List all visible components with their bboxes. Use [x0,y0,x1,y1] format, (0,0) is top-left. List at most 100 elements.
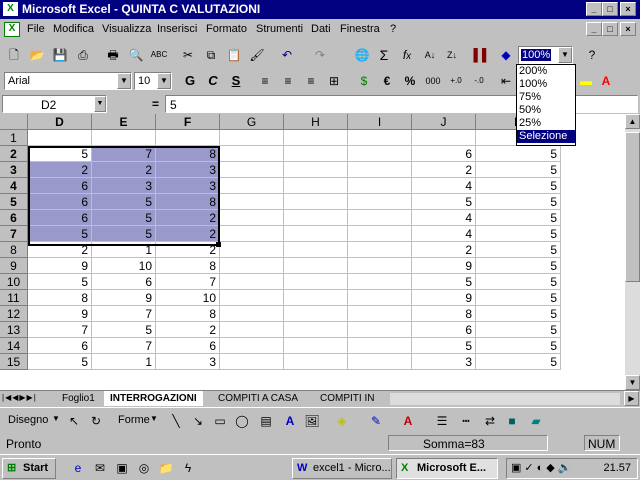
copy-icon[interactable]: ⧉ [201,45,221,65]
row-header[interactable]: 4 [0,178,28,194]
table-cell[interactable]: 5 [476,162,561,178]
print-icon[interactable]: 🖶 [103,45,123,65]
scroll-thumb[interactable] [625,132,640,282]
table-cell[interactable] [284,162,348,178]
table-cell[interactable]: 2 [412,162,476,178]
table-cell[interactable]: 5 [476,290,561,306]
increase-decimal-icon[interactable]: +.0 [446,71,466,91]
tab-interrogazioni[interactable]: INTERROGAZIONI [104,391,203,406]
table-cell[interactable] [348,274,412,290]
table-cell[interactable]: 2 [92,162,156,178]
table-cell[interactable]: 5 [476,194,561,210]
table-cell[interactable]: 5 [412,194,476,210]
decrease-decimal-icon[interactable]: -.0 [469,71,489,91]
name-box[interactable]: D2 ▼ [2,95,107,113]
redo-icon[interactable]: ↷ [310,45,330,65]
table-cell[interactable]: 5 [28,226,92,242]
table-cell[interactable] [284,322,348,338]
doc-close-button[interactable]: × [620,22,636,36]
task-word[interactable]: W excel1 - Micro... [292,458,392,479]
spelling-icon[interactable]: ABC [149,45,169,65]
table-cell[interactable] [220,338,284,354]
fill-handle[interactable] [216,242,221,247]
table-cell[interactable]: 6 [28,338,92,354]
table-cell[interactable]: 6 [92,274,156,290]
task-excel[interactable]: X Microsoft E... [396,458,498,479]
table-cell[interactable]: 3 [92,178,156,194]
table-cell[interactable] [348,354,412,370]
table-cell[interactable]: 1 [92,354,156,370]
table-cell[interactable]: 3 [156,354,220,370]
zoom-combo[interactable]: 100% ▼ [518,46,573,64]
table-cell[interactable]: 6 [412,146,476,162]
desktop-icon[interactable]: ▣ [112,458,132,478]
table-cell[interactable] [284,258,348,274]
table-cell[interactable] [348,178,412,194]
chevron-down-icon[interactable]: ▼ [52,414,60,423]
outlook-icon[interactable]: ✉ [90,458,110,478]
table-cell[interactable] [284,146,348,162]
scroll-down-icon[interactable]: ▼ [625,375,640,390]
textbox-icon[interactable]: ▤ [256,411,276,431]
arrow-style-icon[interactable]: ⇄ [480,411,500,431]
merge-center-icon[interactable]: ⊞ [324,71,344,91]
chevron-down-icon[interactable]: ▼ [150,414,158,423]
row-header[interactable]: 15 [0,354,28,370]
table-cell[interactable]: 2 [28,242,92,258]
table-cell[interactable]: 2 [412,242,476,258]
tab-compiti-in[interactable]: COMPITI IN [314,391,381,406]
table-cell[interactable]: 9 [28,258,92,274]
percent-icon[interactable]: % [400,71,420,91]
wordart-icon[interactable]: A [280,411,300,431]
line-icon[interactable]: ╲ [166,411,186,431]
table-cell[interactable] [284,226,348,242]
menu-visualizza[interactable]: Visualizza [102,23,151,35]
table-cell[interactable]: 4 [412,210,476,226]
rectangle-icon[interactable]: ▭ [210,411,230,431]
menu-strumenti[interactable]: Strumenti [256,23,303,35]
table-cell[interactable]: 8 [156,194,220,210]
align-left-icon[interactable]: ≡ [255,71,275,91]
table-cell[interactable]: 6 [28,210,92,226]
table-cell[interactable]: 5 [476,226,561,242]
table-cell[interactable] [28,130,92,146]
table-cell[interactable]: 5 [92,322,156,338]
horizontal-scrollbar[interactable] [390,393,620,405]
table-cell[interactable] [284,210,348,226]
tray-icons[interactable]: ▣✓◐◆🔊 [511,461,574,474]
table-cell[interactable] [348,210,412,226]
minimize-button[interactable]: _ [586,2,602,16]
table-cell[interactable]: 5 [412,274,476,290]
table-cell[interactable]: 8 [28,290,92,306]
table-cell[interactable]: 2 [156,210,220,226]
table-cell[interactable] [220,354,284,370]
row-header[interactable]: 11 [0,290,28,306]
autosum-icon[interactable]: Σ [374,45,394,65]
table-cell[interactable]: 4 [412,226,476,242]
column-header-j[interactable]: J [412,114,476,130]
table-cell[interactable] [348,226,412,242]
table-cell[interactable]: 2 [28,162,92,178]
zoom-option-selected[interactable]: Selezione [517,130,575,143]
folder-icon[interactable]: 📁 [156,458,176,478]
table-cell[interactable]: 8 [156,258,220,274]
table-cell[interactable] [92,130,156,146]
table-cell[interactable]: 5 [476,354,561,370]
table-cell[interactable]: 7 [92,146,156,162]
table-cell[interactable]: 3 [156,178,220,194]
preview-icon[interactable]: 🔍 [126,45,146,65]
table-cell[interactable] [348,194,412,210]
table-cell[interactable]: 5 [476,258,561,274]
table-cell[interactable] [284,130,348,146]
zoom-option[interactable]: 100% [517,78,575,91]
zoom-option[interactable]: 25% [517,117,575,130]
autoshapes-menu[interactable]: Forme [118,414,150,426]
column-header-g[interactable]: G [220,114,284,130]
column-header-h[interactable]: H [284,114,348,130]
sort-ascending-icon[interactable]: A↓ [420,45,440,65]
drawing-icon[interactable]: ◆ [496,45,516,65]
table-cell[interactable]: 5 [476,210,561,226]
menu-help[interactable]: ? [390,23,396,35]
table-cell[interactable]: 8 [412,306,476,322]
row-header[interactable]: 1 [0,130,28,146]
